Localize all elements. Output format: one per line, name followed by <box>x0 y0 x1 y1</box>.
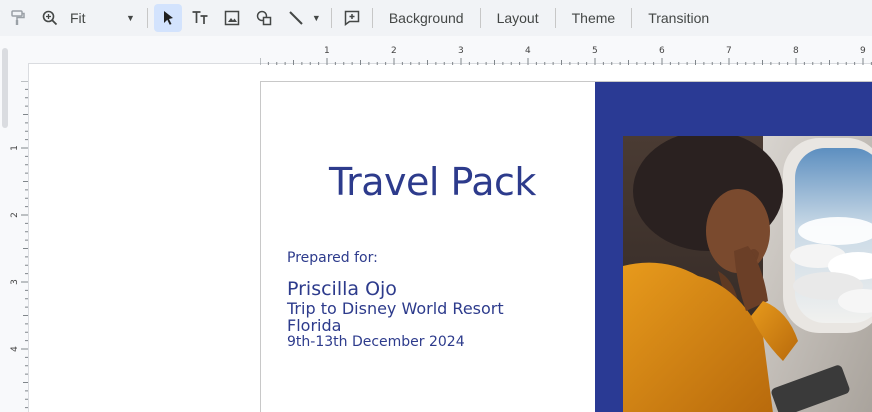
ruler-label: 3 <box>458 46 464 56</box>
ruler-label: 3 <box>9 279 20 285</box>
background-button[interactable]: Background <box>379 10 474 26</box>
toolbar-divider <box>146 8 148 28</box>
transition-button[interactable]: Transition <box>638 10 719 26</box>
ruler-label: 2 <box>9 212 20 218</box>
slide[interactable]: Travel Pack Prepared for: Priscilla Ojo … <box>260 81 872 412</box>
toolbar-divider <box>479 8 481 28</box>
prepared-for-label[interactable]: Prepared for: <box>287 250 378 266</box>
ruler-label: 6 <box>659 46 665 56</box>
ruler-label: 4 <box>9 346 20 352</box>
trip-dates[interactable]: 9th-13th December 2024 <box>287 334 465 350</box>
select-arrow-icon[interactable] <box>153 4 182 32</box>
text-box-icon[interactable] <box>186 4 214 32</box>
traveler-image <box>623 136 872 412</box>
toolbar: Fit ▼ ▼ Background Layout Theme Transiti… <box>0 0 872 36</box>
layout-button[interactable]: Layout <box>487 10 549 26</box>
travel-photo[interactable] <box>623 136 872 412</box>
ruler-label: 5 <box>592 46 598 56</box>
zoom-select[interactable]: Fit ▼ <box>64 10 141 26</box>
ruler-label: 8 <box>793 46 799 56</box>
toolbar-divider <box>631 8 633 28</box>
ruler-ticks <box>260 58 872 65</box>
paint-format-icon[interactable] <box>4 4 32 32</box>
shape-icon[interactable] <box>250 4 278 32</box>
toolbar-divider <box>330 8 332 28</box>
toolbar-divider <box>554 8 556 28</box>
recipient-name[interactable]: Priscilla Ojo <box>287 278 397 300</box>
zoom-icon[interactable] <box>36 4 64 32</box>
chevron-down-icon: ▼ <box>126 13 135 23</box>
line-icon[interactable] <box>282 4 310 32</box>
horizontal-ruler[interactable]: 1 2 3 4 5 6 7 8 9 <box>260 46 872 65</box>
ruler-label: 4 <box>525 46 531 56</box>
ruler-ticks <box>21 81 28 409</box>
ruler-label: 2 <box>391 46 397 56</box>
image-icon[interactable] <box>218 4 246 32</box>
ruler-label: 1 <box>9 145 20 151</box>
trip-description[interactable]: Trip to Disney World Resort Florida <box>287 300 567 334</box>
slide-title[interactable]: Travel Pack <box>329 160 536 204</box>
ruler-label: 9 <box>860 46 866 56</box>
chevron-down-icon[interactable]: ▼ <box>312 13 321 23</box>
vertical-scrollbar[interactable] <box>2 48 8 128</box>
trip-line: Florida <box>287 316 342 335</box>
ruler-label: 1 <box>324 46 330 56</box>
trip-line: Trip to Disney World Resort <box>287 299 504 318</box>
add-comment-icon[interactable] <box>338 4 366 32</box>
editor-canvas[interactable]: 1 2 3 4 5 6 7 8 9 1 2 3 4 Travel Pack Pr… <box>0 36 872 412</box>
ruler-label: 7 <box>726 46 732 56</box>
vertical-ruler[interactable]: 1 2 3 4 <box>10 81 28 412</box>
zoom-label: Fit <box>70 10 86 26</box>
theme-button[interactable]: Theme <box>562 10 626 26</box>
toolbar-divider <box>371 8 373 28</box>
